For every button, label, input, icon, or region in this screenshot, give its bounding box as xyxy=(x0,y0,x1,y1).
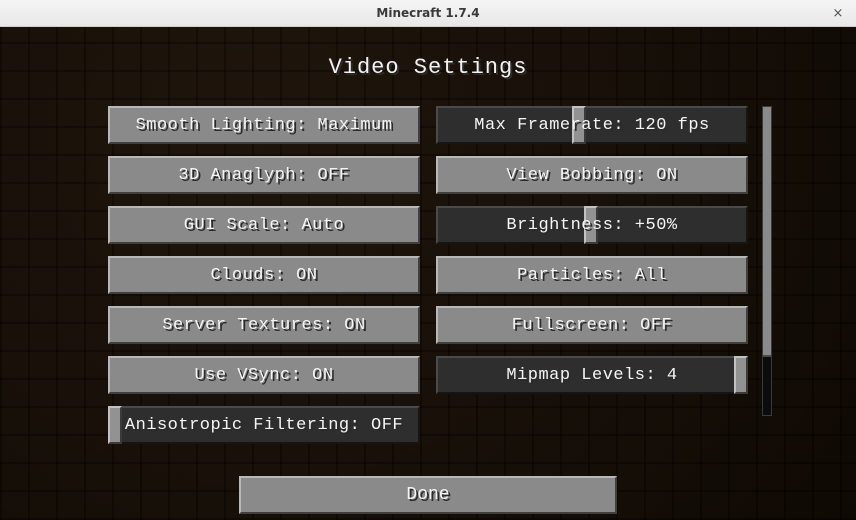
option-view-bobbing[interactable]: View Bobbing: ON xyxy=(436,156,748,194)
option-brightness-slider[interactable]: Brightness: +50% xyxy=(436,206,748,244)
button-face xyxy=(108,256,420,294)
button-face xyxy=(436,306,748,344)
option-3d-anaglyph[interactable]: 3D Anaglyph: OFF xyxy=(108,156,420,194)
slider-thumb[interactable] xyxy=(108,406,122,444)
slider-track xyxy=(436,106,748,144)
button-face xyxy=(108,206,420,244)
option-smooth-lighting[interactable]: Smooth Lighting: Maximum xyxy=(108,106,420,144)
button-face xyxy=(436,156,748,194)
game-viewport: Video Settings Smooth Lighting: Maximum … xyxy=(0,27,856,520)
slider-track xyxy=(108,406,420,444)
footer: Done xyxy=(239,476,617,514)
app-window: Minecraft 1.7.4 × Video Settings Smooth … xyxy=(0,0,856,520)
scrollbar-thumb[interactable] xyxy=(763,107,771,357)
slider-track xyxy=(436,356,748,394)
button-face xyxy=(108,356,420,394)
done-button[interactable]: Done xyxy=(239,476,617,514)
options-scrollbar[interactable] xyxy=(762,106,772,416)
done-label: Done xyxy=(239,476,617,514)
close-icon[interactable]: × xyxy=(830,5,846,21)
slider-thumb[interactable] xyxy=(572,106,586,144)
option-server-textures[interactable]: Server Textures: ON xyxy=(108,306,420,344)
options-right-column: Max Framerate: 120 fps View Bobbing: ON … xyxy=(436,106,748,444)
button-face xyxy=(108,156,420,194)
slider-thumb[interactable] xyxy=(584,206,598,244)
option-clouds[interactable]: Clouds: ON xyxy=(108,256,420,294)
option-max-framerate-slider[interactable]: Max Framerate: 120 fps xyxy=(436,106,748,144)
titlebar: Minecraft 1.7.4 × xyxy=(0,0,856,27)
video-settings-screen: Video Settings Smooth Lighting: Maximum … xyxy=(0,27,856,520)
window-title: Minecraft 1.7.4 xyxy=(376,6,479,20)
button-face xyxy=(108,306,420,344)
slider-thumb[interactable] xyxy=(734,356,748,394)
option-particles[interactable]: Particles: All xyxy=(436,256,748,294)
options-grid: Smooth Lighting: Maximum 3D Anaglyph: OF… xyxy=(108,106,748,444)
option-mipmap-levels-slider[interactable]: Mipmap Levels: 4 xyxy=(436,356,748,394)
button-face xyxy=(436,256,748,294)
page-title: Video Settings xyxy=(329,55,528,80)
option-gui-scale[interactable]: GUI Scale: Auto xyxy=(108,206,420,244)
button-face xyxy=(108,106,420,144)
option-use-vsync[interactable]: Use VSync: ON xyxy=(108,356,420,394)
option-fullscreen[interactable]: Fullscreen: OFF xyxy=(436,306,748,344)
options-left-column: Smooth Lighting: Maximum 3D Anaglyph: OF… xyxy=(108,106,420,444)
option-anisotropic-filtering-slider[interactable]: Anisotropic Filtering: OFF xyxy=(108,406,420,444)
